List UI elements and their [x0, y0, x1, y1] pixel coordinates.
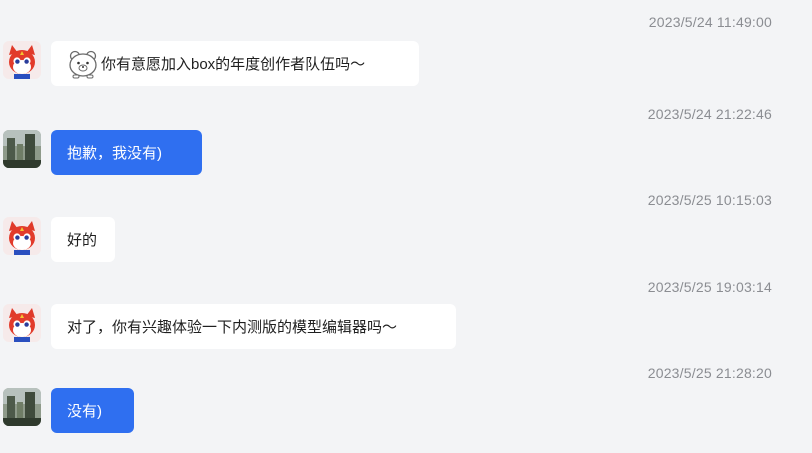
message-timestamp: 2023/5/24 11:49:00	[648, 14, 772, 30]
chat-history: 2023/5/24 11:49:00 你有意愿加入box的年度创作者队伍吗～ 2…	[0, 0, 812, 453]
incoming-message-bubble[interactable]: 对了，你有兴趣体验一下内测版的模型编辑器吗～	[51, 304, 456, 349]
user-avatar[interactable]	[3, 130, 41, 168]
bot-avatar[interactable]	[3, 304, 41, 342]
incoming-message-bubble[interactable]: 好的	[51, 217, 115, 262]
user-avatar[interactable]	[3, 388, 41, 426]
bot-avatar[interactable]	[3, 217, 41, 255]
outgoing-message-bubble[interactable]: 抱歉，我没有)	[51, 130, 202, 175]
outgoing-message-bubble[interactable]: 没有)	[51, 388, 134, 433]
message-timestamp: 2023/5/24 21:22:46	[647, 106, 772, 122]
message-timestamp: 2023/5/25 10:15:03	[647, 192, 772, 208]
bear-sticker-icon	[67, 49, 99, 79]
message-text: 对了，你有兴趣体验一下内测版的模型编辑器吗～	[67, 319, 398, 336]
message-timestamp: 2023/5/25 19:03:14	[647, 279, 772, 295]
message-text: 你有意愿加入box的年度创作者队伍吗～	[101, 56, 366, 73]
message-text: 抱歉，我没有)	[67, 145, 162, 162]
message-text: 好的	[67, 232, 98, 249]
bot-avatar[interactable]	[3, 41, 41, 79]
message-timestamp: 2023/5/25 21:28:20	[647, 365, 772, 381]
incoming-message-bubble[interactable]: 你有意愿加入box的年度创作者队伍吗～	[51, 41, 419, 86]
message-text: 没有)	[67, 403, 102, 420]
